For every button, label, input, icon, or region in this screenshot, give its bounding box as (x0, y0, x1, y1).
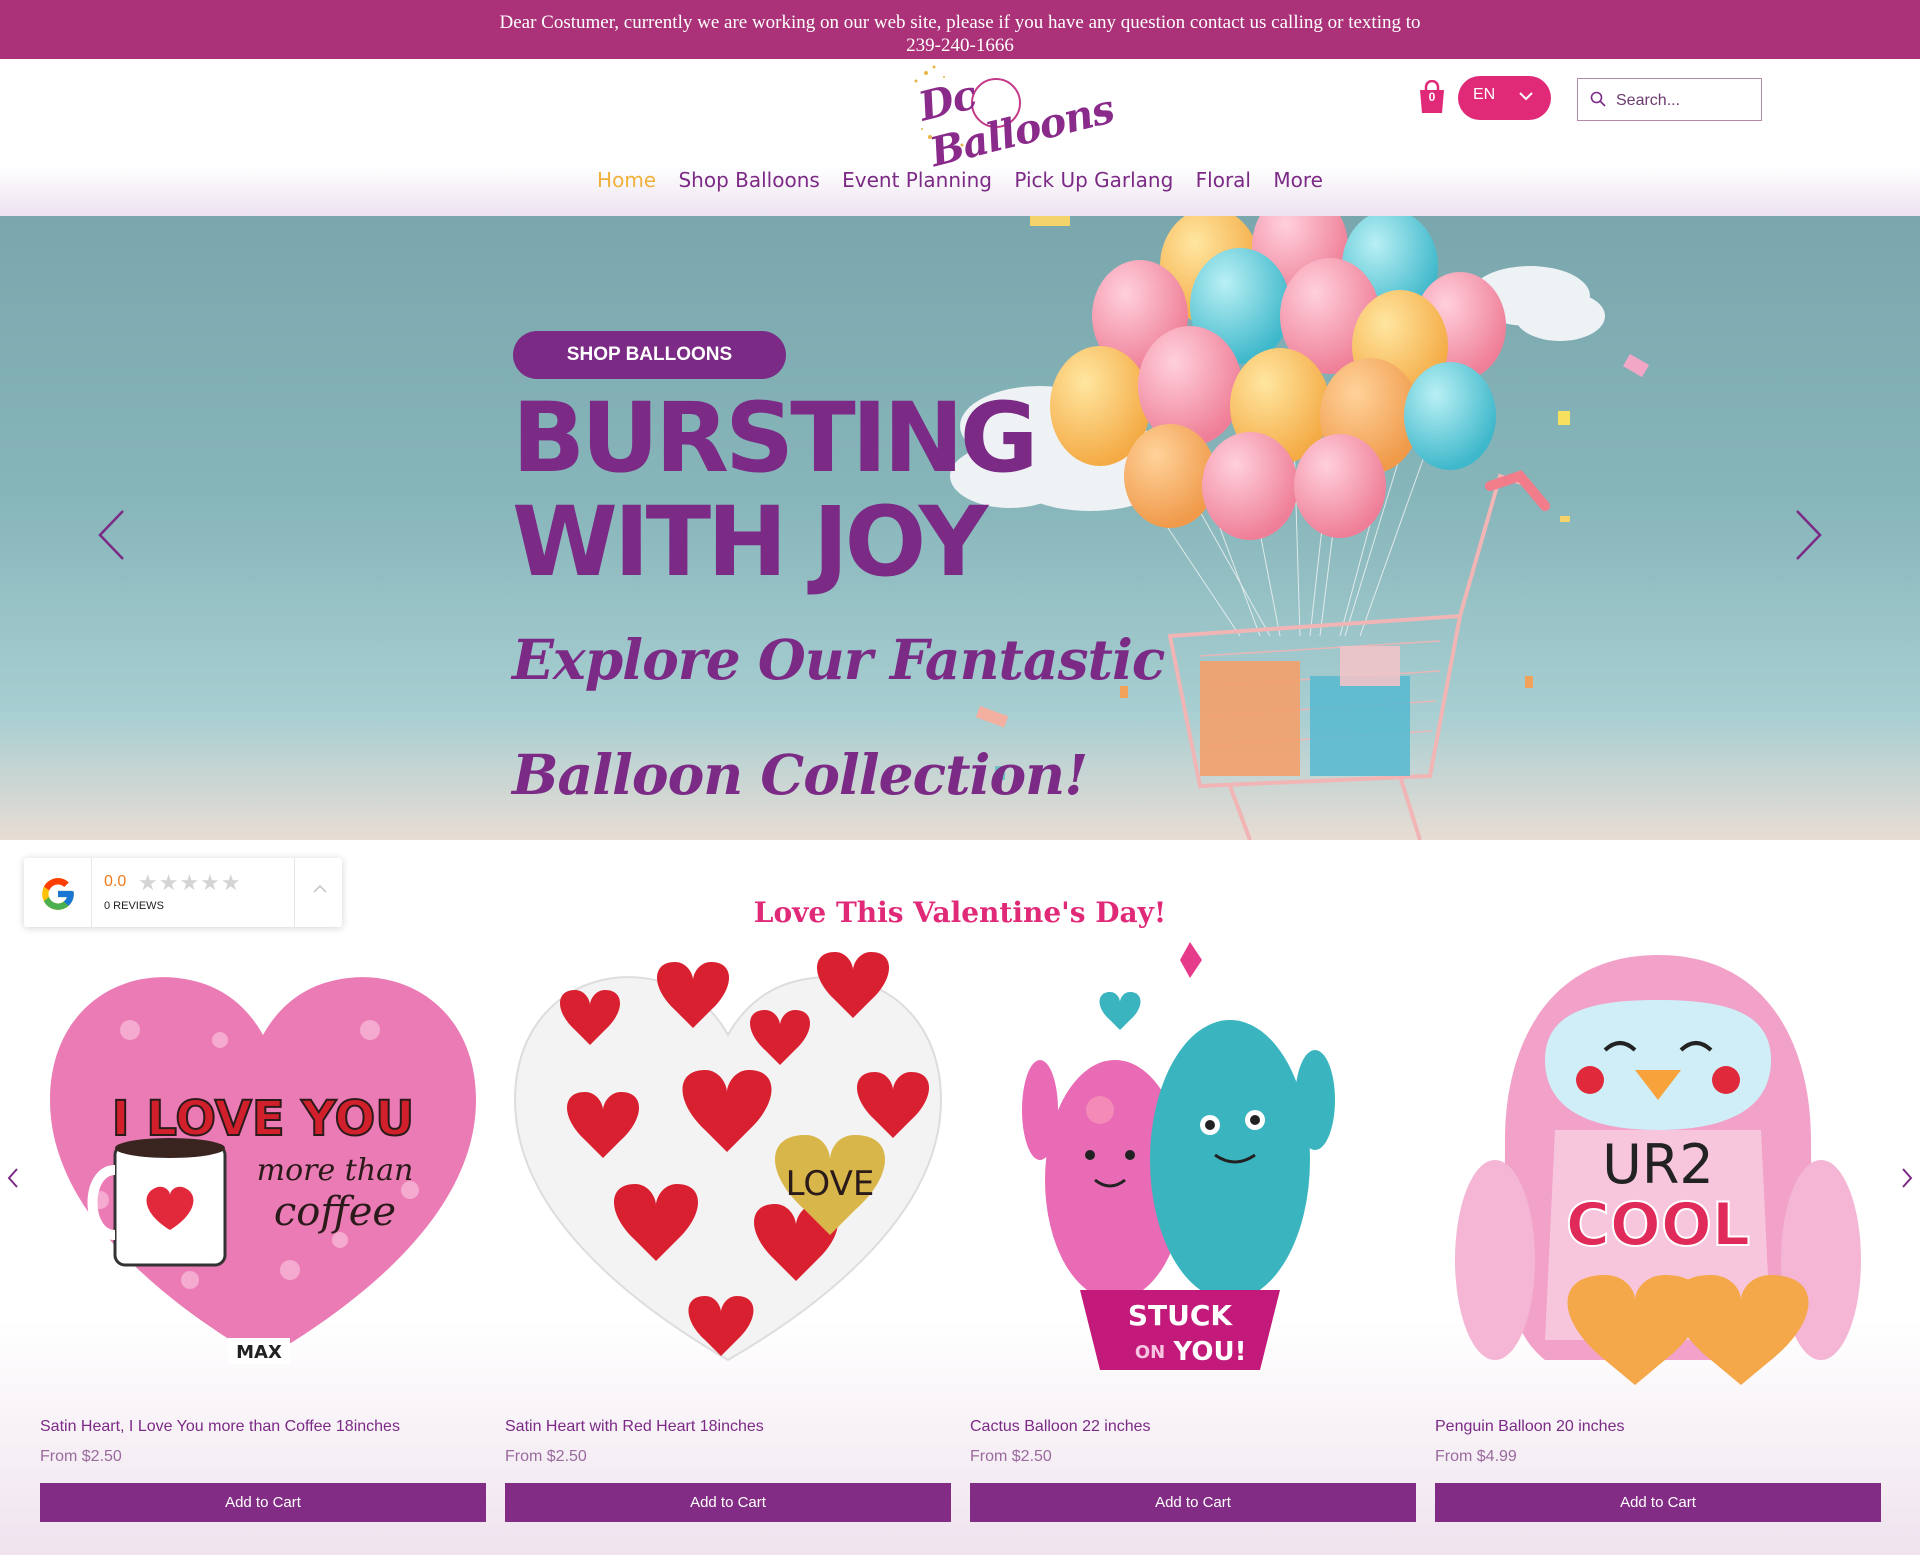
language-selector[interactable]: EN (1458, 76, 1551, 120)
announcement-phone: 239-240-1666 (906, 35, 1014, 56)
hero-subheadline-line1: Explore Our Fantastic (512, 627, 1165, 692)
product-price: From $2.50 (970, 1448, 1052, 1465)
hero-headline-line1: BURSTING (512, 382, 1039, 494)
product-price: From $2.50 (505, 1448, 587, 1465)
announcement-text: Dear Costumer, currently we are working … (499, 12, 1421, 33)
product-image-red-hearts: LOVE (513, 952, 943, 1362)
nav-floral[interactable]: Floral (1196, 168, 1251, 192)
nav-home[interactable]: Home (597, 168, 656, 192)
product-image-cactus: STUCK ON YOU! (1022, 942, 1335, 1370)
product-price: From $4.99 (1435, 1448, 1517, 1465)
product-name[interactable]: Satin Heart, I Love You more than Coffee… (40, 1418, 400, 1436)
product-card[interactable]: STUCK ON YOU! Cactus Balloon 22 inches F… (970, 940, 1416, 1555)
product-image-love-coffee: I LOVE YOU more than coffee MAX (50, 977, 476, 1364)
language-label: EN (1473, 86, 1496, 103)
art-text: YOU! (1173, 1337, 1247, 1367)
art-text: ON (1135, 1342, 1165, 1363)
art-text: STUCK (1128, 1299, 1234, 1332)
chevron-down-icon (1519, 92, 1533, 101)
review-count: 0 REVIEWS (104, 900, 164, 912)
announcement-bar: Dear Costumer, currently we are working … (0, 0, 1920, 59)
art-text: UR2 (1602, 1133, 1713, 1196)
chevron-right-icon (1902, 1168, 1913, 1188)
chevron-right-icon (1796, 510, 1822, 560)
cart-count: 0 (1428, 90, 1436, 104)
google-icon (42, 878, 74, 910)
review-stars: ★★★★★ (138, 870, 242, 895)
product-card[interactable]: UR2 COOL Penguin Balloon 20 inches From … (1435, 940, 1881, 1555)
hero-headline-line2: WITH JOY (512, 486, 988, 598)
logo[interactable]: Dc Balloons (904, 63, 1118, 176)
search-icon (1590, 91, 1606, 107)
hero-subheadline: Explore Our Fantastic Balloon Collection… (512, 602, 1165, 832)
nav-pick-up-garland[interactable]: Pick Up Garlang (1014, 168, 1173, 192)
add-to-cart-button[interactable]: Add to Cart (40, 1483, 486, 1522)
product-name[interactable]: Penguin Balloon 20 inches (1435, 1418, 1624, 1436)
divider (91, 858, 92, 927)
art-text: COOL (1566, 1190, 1750, 1260)
cart-button[interactable]: 0 (1417, 79, 1447, 114)
hero-headline: BURSTING WITH JOY (512, 382, 1039, 598)
add-to-cart-button[interactable]: Add to Cart (1435, 1483, 1881, 1522)
hero-prev-button[interactable] (97, 509, 127, 561)
product-name[interactable]: Cactus Balloon 22 inches (970, 1418, 1151, 1436)
hero-slider: SHOP BALLOONS BURSTING WITH JOY Explore … (0, 216, 1920, 840)
art-text: coffee (274, 1189, 396, 1235)
hero-next-button[interactable] (1793, 509, 1823, 561)
add-to-cart-button[interactable]: Add to Cart (970, 1483, 1416, 1522)
nav-more[interactable]: More (1273, 168, 1323, 192)
art-text: more than (257, 1153, 414, 1188)
shop-balloons-button[interactable]: SHOP BALLOONS (513, 331, 786, 379)
search-box[interactable] (1577, 78, 1762, 121)
art-text: MAX (236, 1342, 282, 1363)
product-card[interactable]: I LOVE YOU more than coffee MAX Satin He… (40, 940, 486, 1555)
nav-event-planning[interactable]: Event Planning (842, 168, 992, 192)
chevron-up-icon[interactable] (313, 884, 327, 894)
products-section: I LOVE YOU more than coffee MAX Satin He… (0, 940, 1920, 1555)
product-image-penguin: UR2 COOL (1455, 955, 1861, 1385)
art-text: LOVE (786, 1164, 875, 1204)
hero-subheadline-line2: Balloon Collection! (512, 742, 1088, 807)
add-to-cart-button[interactable]: Add to Cart (505, 1483, 951, 1522)
carousel-next-button[interactable] (1900, 1167, 1914, 1189)
product-card[interactable]: LOVE Satin Heart with Red Heart 18inches… (505, 940, 951, 1555)
site-header: Dc Balloons 0 EN Home Shop Balloons Even… (0, 59, 1920, 216)
chevron-left-icon (98, 510, 124, 560)
chevron-left-icon (7, 1168, 18, 1188)
nav-shop-balloons[interactable]: Shop Balloons (678, 168, 819, 192)
product-name[interactable]: Satin Heart with Red Heart 18inches (505, 1418, 764, 1436)
carousel-prev-button[interactable] (6, 1167, 20, 1189)
product-price: From $2.50 (40, 1448, 122, 1465)
divider (294, 858, 295, 927)
main-nav: Home Shop Balloons Event Planning Pick U… (0, 168, 1920, 192)
search-input[interactable] (1614, 88, 1758, 114)
google-reviews-widget[interactable]: 0.0 ★★★★★ 0 REVIEWS (24, 858, 342, 927)
review-score: 0.0 (104, 873, 127, 890)
